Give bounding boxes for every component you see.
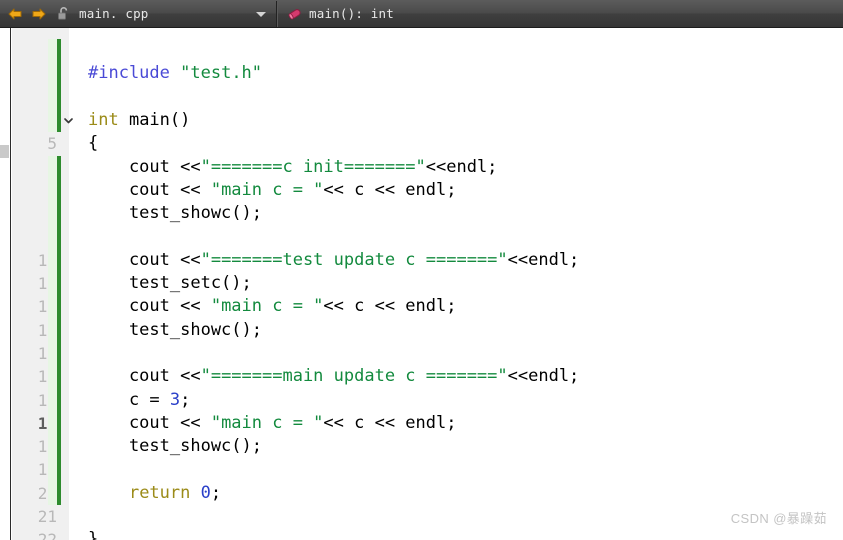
arrow-left-diamond-icon[interactable] [6,5,24,23]
arrow-right-diamond-icon[interactable] [30,5,48,23]
code-token: #include [88,63,170,84]
method-cylinder-icon [286,6,302,22]
scrollbar-thumb[interactable] [0,145,9,158]
code-line[interactable]: } [88,528,98,540]
code-line[interactable]: test_showc(); [88,319,262,342]
vcs-change-highlight [48,39,57,133]
code-token: "=======main update c =======" [200,366,508,387]
navigation-breadcrumb-bar: main. cpp main(): int [0,0,843,28]
code-token: << c << endl; [323,296,457,317]
code-token: cout << [88,179,211,200]
code-token: cout << [88,412,211,433]
chevron-down-icon[interactable] [256,11,266,17]
breadcrumb-member[interactable]: main(): int [278,1,394,27]
breadcrumb-file[interactable]: main. cpp [48,1,276,27]
code-line[interactable]: c = 3; [88,389,190,412]
code-token: { [88,133,99,154]
code-line[interactable]: cout <<"=======test update c ======="<<e… [88,249,579,272]
code-token: <<endl; [507,366,580,387]
code-token: test_showc(); [88,319,262,340]
code-token: c = [88,389,170,410]
code-token: cout << [88,296,211,317]
code-token: "=======c init=======" [200,156,426,177]
code-token: <<endl; [507,249,580,270]
code-line[interactable]: cout << "main c = "<< c << endl; [88,412,457,435]
line-number[interactable]: 22 [11,528,57,540]
code-line[interactable]: { [88,132,98,155]
code-line[interactable]: test_setc(); [88,272,252,295]
code-token: "main c = " [210,179,324,200]
line-number[interactable]: 21 [11,505,57,528]
code-token: ; [210,482,222,503]
code-line[interactable]: test_showc(); [88,202,262,225]
code-line[interactable]: cout <<"=======c init======="<<endl; [88,156,497,179]
code-token: << c << endl; [323,412,457,433]
chevron-down-icon[interactable] [63,109,74,132]
code-token: cout << [88,249,201,270]
code-line[interactable]: cout << "main c = "<< c << endl; [88,295,457,318]
code-line[interactable]: #include "test.h" [88,62,262,85]
breadcrumb-member-label: main(): int [309,6,394,21]
breadcrumb-file-label: main. cpp [79,6,149,21]
code-token: test_showc(); [88,203,262,224]
code-token: test_showc(); [88,436,262,457]
code-token: return [128,482,191,503]
code-line[interactable]: cout <<"=======main update c ======="<<e… [88,365,579,388]
code-token: ; [180,389,191,410]
code-token: } [88,529,99,540]
code-token: 3 [169,389,181,410]
vcs-change-highlight [48,155,57,505]
code-line[interactable]: int main() [88,109,190,132]
code-token: main() [118,109,191,130]
watermark-text: CSDN @暴躁茹 [730,511,827,526]
code-token: "=======test update c =======" [200,249,508,270]
code-token: "main c = " [210,412,324,433]
code-token: int [88,109,119,130]
code-line[interactable]: return 0; [88,482,221,505]
code-token: << c << endl; [323,179,457,200]
line-number[interactable]: 5 [11,132,57,155]
code-token: test_setc(); [88,273,252,293]
code-token: "test.h" [180,63,263,84]
unlocked-padlock-icon [56,6,72,22]
code-folding-column[interactable] [61,28,75,540]
code-token: cout << [88,156,201,177]
code-editor[interactable]: 12345678910111213141516171819202122 #inc… [0,28,843,540]
code-line[interactable]: test_showc(); [88,435,262,458]
code-token: <<endl; [425,156,498,177]
error-stripe-column[interactable] [0,28,11,540]
code-token: cout << [88,366,201,387]
code-token: "main c = " [210,296,324,317]
code-token: 0 [200,482,211,503]
code-line[interactable]: cout << "main c = "<< c << endl; [88,179,457,202]
code-text-area[interactable]: #include "test.h" int main(){ cout <<"===… [76,28,843,540]
